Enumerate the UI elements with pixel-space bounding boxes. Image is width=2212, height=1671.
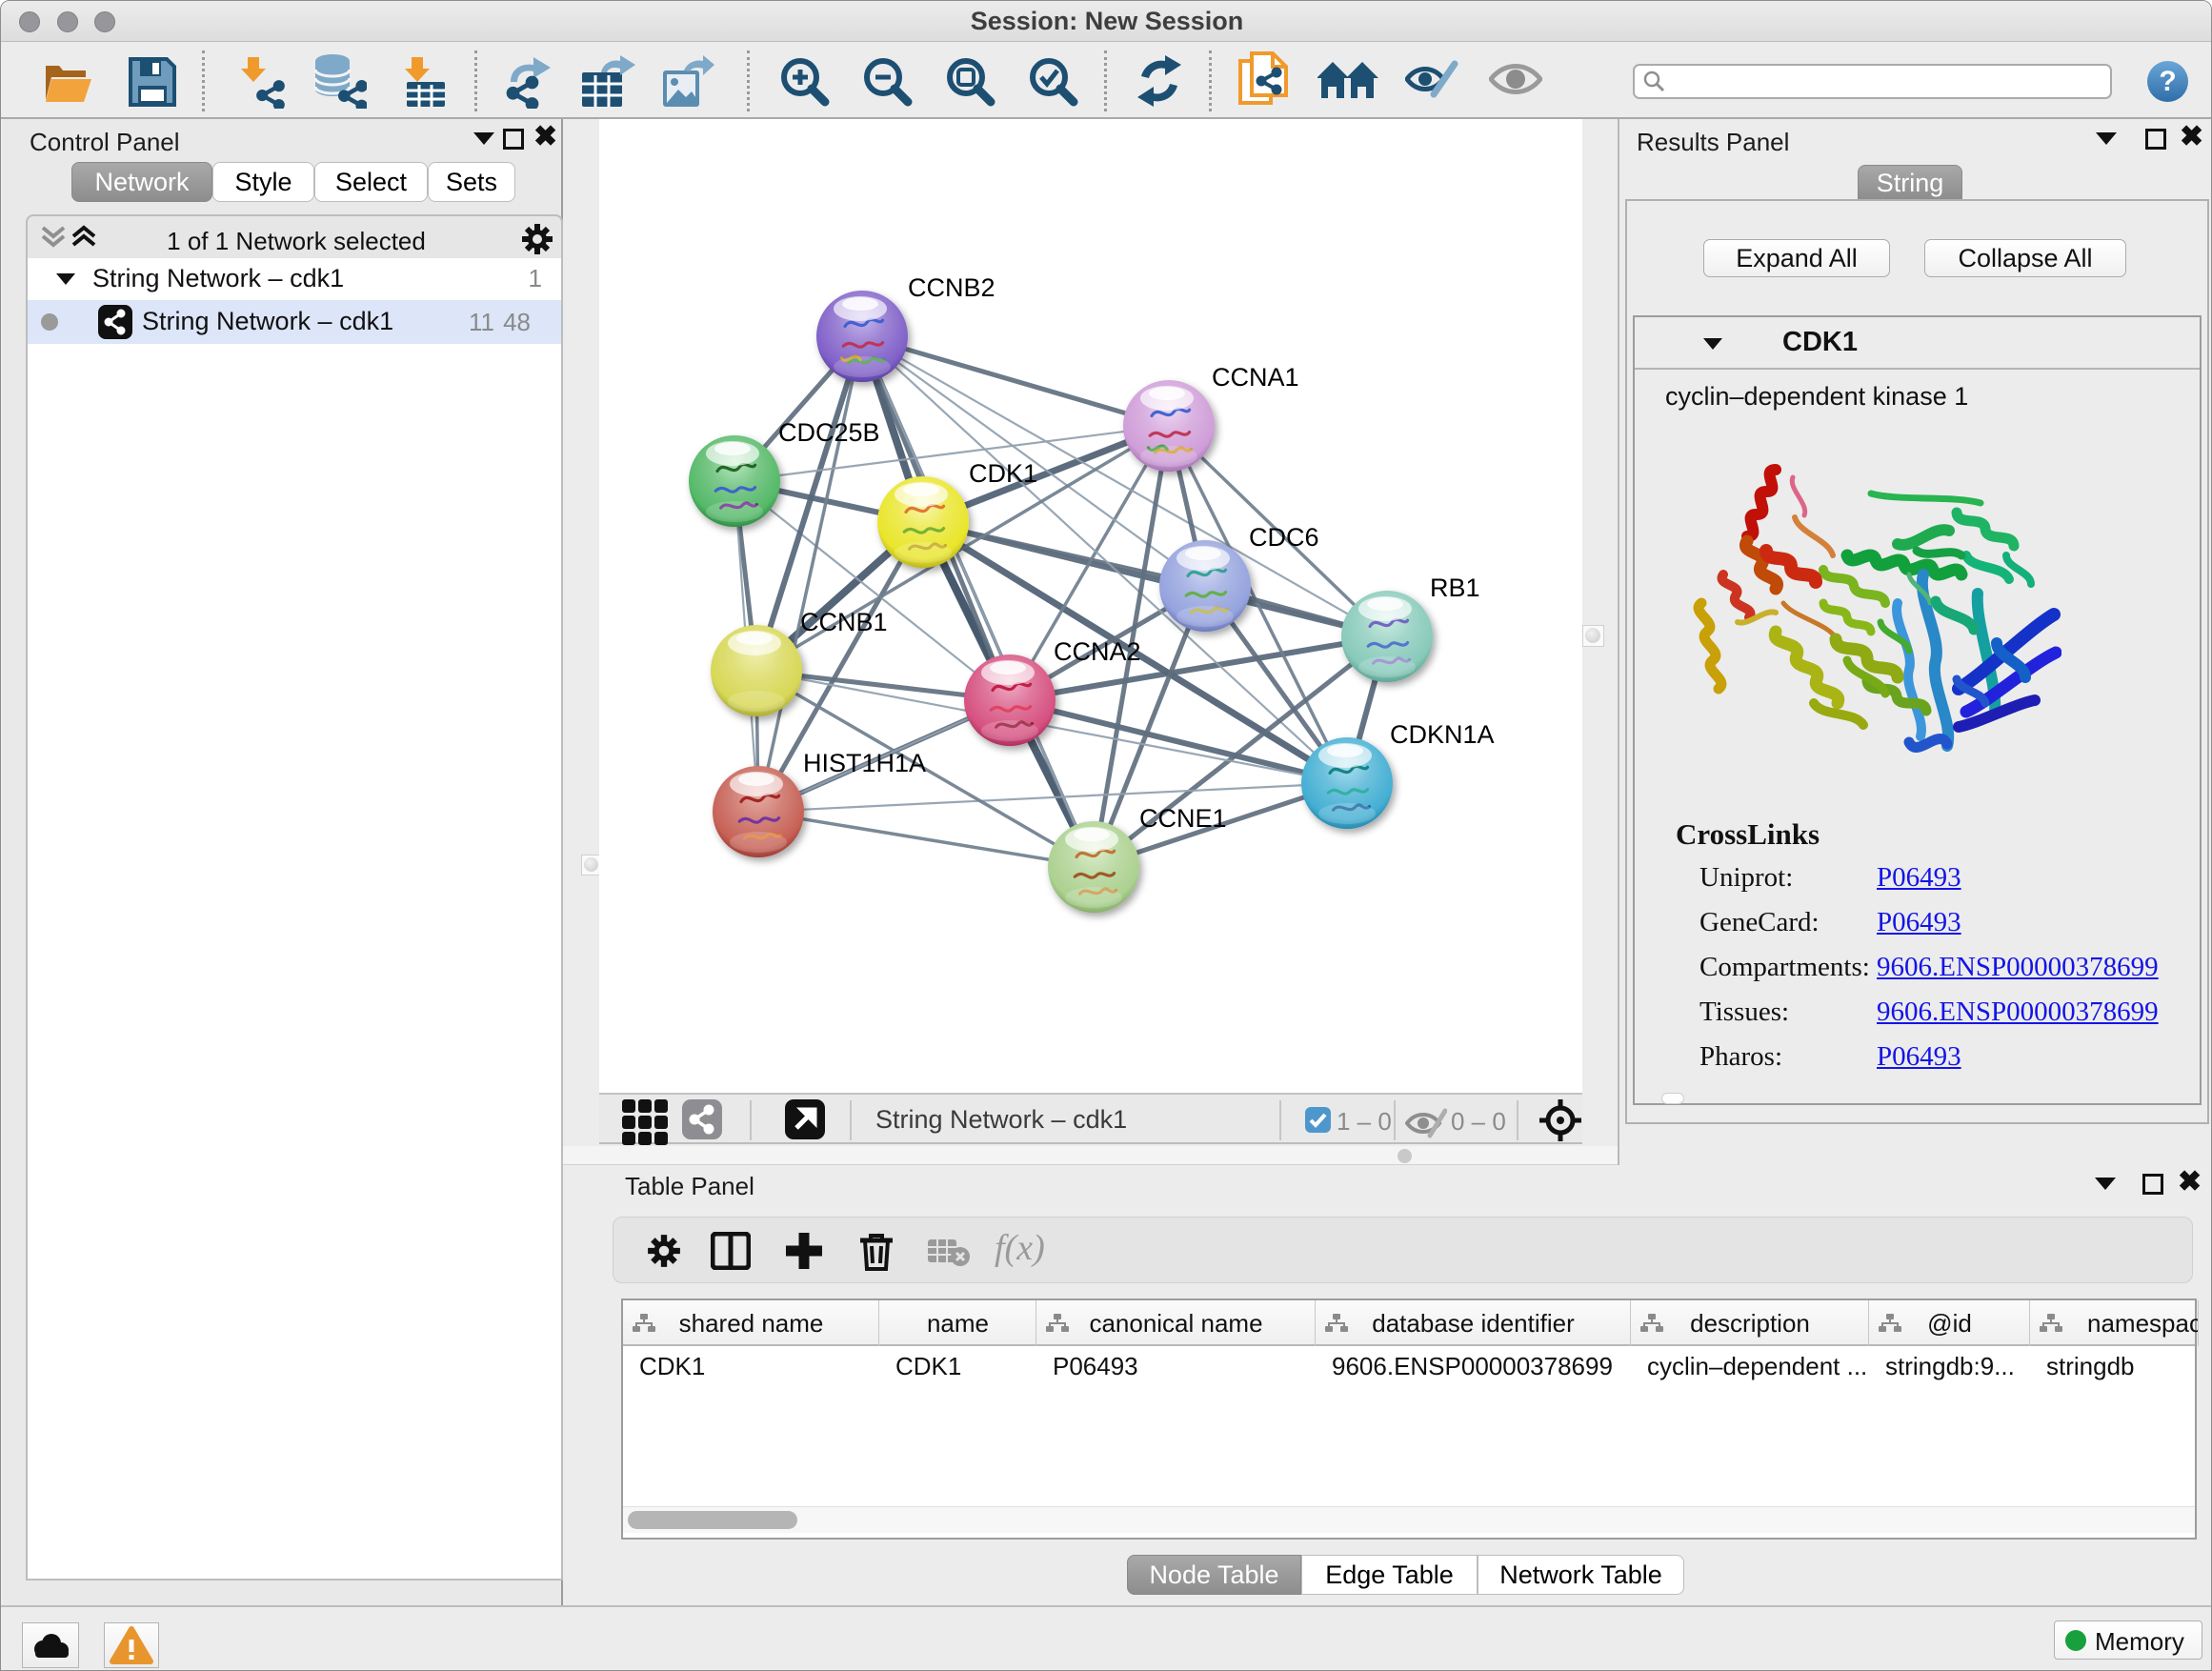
svg-text:CDK1: CDK1 [969, 459, 1037, 488]
svg-text:CDC6: CDC6 [1249, 523, 1319, 552]
svg-text:CCNE1: CCNE1 [1139, 804, 1227, 833]
svg-text:CCNB1: CCNB1 [800, 608, 888, 636]
svg-text:CDKN1A: CDKN1A [1390, 720, 1495, 749]
svg-text:HIST1H1A: HIST1H1A [803, 749, 926, 777]
svg-text:RB1: RB1 [1430, 574, 1480, 602]
svg-text:CCNB2: CCNB2 [908, 273, 995, 302]
svg-text:CDC25B: CDC25B [778, 418, 880, 447]
svg-text:CCNA1: CCNA1 [1212, 363, 1299, 392]
svg-text:CCNA2: CCNA2 [1054, 637, 1141, 666]
